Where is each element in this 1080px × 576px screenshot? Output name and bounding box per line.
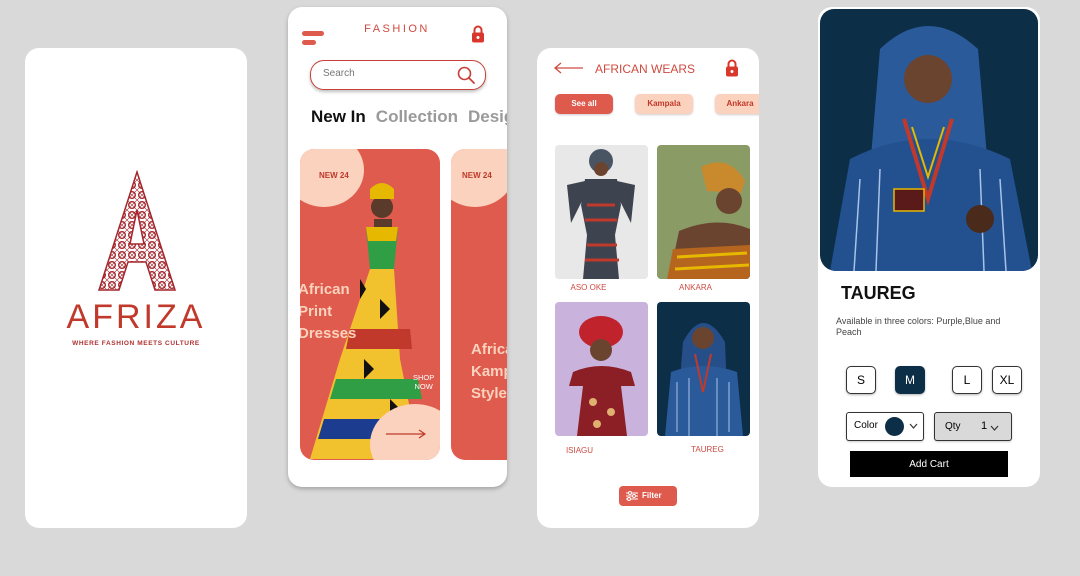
product-tile-taureg[interactable] <box>657 302 750 436</box>
arrow-right-icon <box>386 429 427 439</box>
sliders-icon <box>626 491 638 501</box>
product-photo <box>830 26 1032 271</box>
card-title: African Print Dresses <box>300 281 357 342</box>
product-photo <box>665 323 743 436</box>
product-screen: TAUREG Available in three colors: Purple… <box>818 7 1040 487</box>
tile-label: ASO OKE <box>570 283 607 292</box>
search-bar[interactable] <box>310 60 486 90</box>
add-cart-button[interactable]: Add Cart <box>850 451 1008 477</box>
tab-bar: New In Collection Design <box>311 107 507 127</box>
lock-icon[interactable] <box>471 25 485 43</box>
product-photo <box>667 162 750 279</box>
color-swatch <box>885 417 904 436</box>
page-title: FASHION <box>364 23 430 35</box>
splash-screen: AFRIZA WHERE FASHION MEETS CULTURE <box>25 48 247 528</box>
tile-label: ISIAGU <box>565 446 594 455</box>
category-screen: AFRICAN WEARS See all Kampala Ankara ASO… <box>537 48 759 528</box>
size-option-l[interactable]: L <box>952 366 982 394</box>
promo-card-african-print[interactable]: NEW 24 African Print Dresses SHOP NOW <box>300 149 440 460</box>
product-photo <box>569 316 635 436</box>
promo-card-kampala[interactable]: NEW 24 African Kampala Styles <box>451 149 507 460</box>
product-tile-ankara[interactable] <box>657 145 750 279</box>
brand-tagline: WHERE FASHION MEETS CULTURE <box>72 340 200 347</box>
product-hero-image <box>820 9 1038 271</box>
color-select[interactable]: Color <box>846 412 924 441</box>
product-tile-isiagu[interactable] <box>555 302 648 436</box>
card-badge: NEW 24 <box>462 171 492 180</box>
tile-label: TAUREG <box>691 445 724 454</box>
tab-new-in[interactable]: New In <box>311 107 366 126</box>
search-icon[interactable] <box>457 66 475 84</box>
chip-kampala[interactable]: Kampala <box>635 94 693 114</box>
brand-name: AFRIZA <box>66 298 206 336</box>
page-title: AFRICAN WEARS <box>595 62 696 76</box>
chip-ankara[interactable]: Ankara <box>715 94 759 114</box>
tab-design[interactable]: Design <box>468 107 507 126</box>
product-description: Available in three colors: Purple,Blue a… <box>836 316 1001 337</box>
chevron-down-icon <box>990 425 999 431</box>
size-option-m[interactable]: M <box>895 366 925 394</box>
afriza-logo-icon <box>97 170 177 291</box>
filter-button[interactable]: Filter <box>619 486 677 506</box>
tab-collection[interactable]: Collection <box>376 107 458 126</box>
size-option-s[interactable]: S <box>846 366 876 394</box>
qty-value: 1 <box>981 420 988 432</box>
search-input[interactable] <box>321 67 445 80</box>
product-name: TAUREG <box>841 283 916 303</box>
home-screen: FASHION New In Collection Design NEW 24 <box>288 7 507 487</box>
qty-label: Qty <box>945 421 961 432</box>
color-label: Color <box>854 420 878 431</box>
lock-icon[interactable] <box>725 59 739 77</box>
filter-label: Filter <box>642 491 662 500</box>
back-arrow-icon[interactable] <box>553 62 585 74</box>
product-photo <box>567 149 635 279</box>
chip-see-all[interactable]: See all <box>555 94 613 114</box>
quantity-select[interactable]: Qty 1 <box>934 412 1012 441</box>
product-tile-aso-oke[interactable] <box>555 145 648 279</box>
tile-label: ANKARA <box>679 283 712 292</box>
shop-now-label[interactable]: SHOP NOW <box>413 373 434 391</box>
size-option-xl[interactable]: XL <box>992 366 1022 394</box>
chevron-down-icon <box>909 423 918 429</box>
card-title: African Kampala Styles <box>471 341 507 402</box>
